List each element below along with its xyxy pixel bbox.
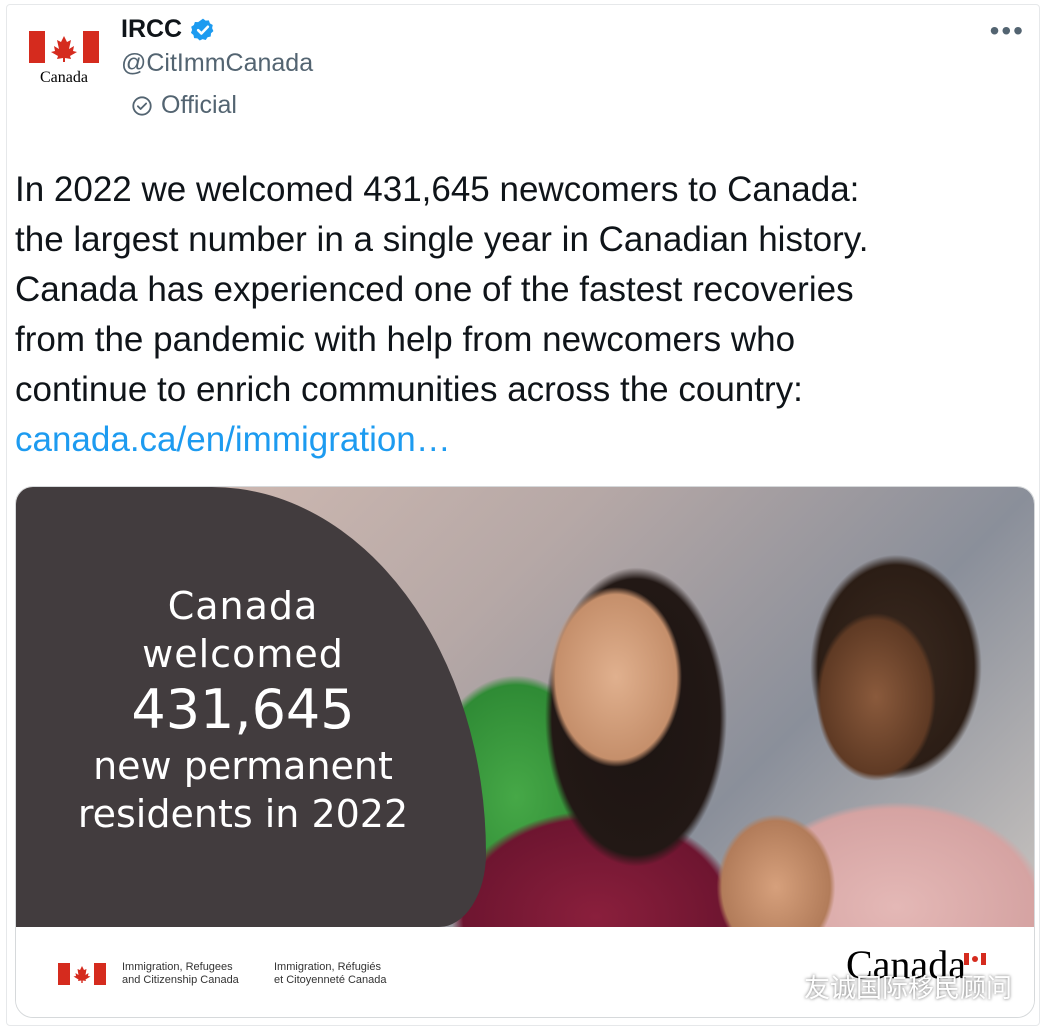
tweet-line: Canada has experienced one of the fastes…: [15, 270, 854, 309]
avatar[interactable]: Canada: [25, 25, 103, 95]
more-icon[interactable]: •••: [990, 15, 1025, 47]
handle[interactable]: @CitImmCanada: [121, 49, 313, 78]
wordmark-flag-icon: [964, 953, 986, 965]
tweet-line: from the pandemic with help from newcome…: [15, 320, 796, 359]
watermark-text: 友诚国际移民顾问: [804, 973, 1013, 1003]
media-line-5: residents in 2022: [77, 792, 409, 836]
department-en-line: and Citizenship Canada: [122, 974, 239, 986]
department-en-line: Immigration, Refugees: [122, 961, 233, 973]
avatar-wordmark: Canada: [40, 69, 88, 86]
department-name-en: Immigration, Refugees and Citizenship Ca…: [122, 961, 239, 987]
official-text: Official: [161, 91, 237, 119]
author-name-row[interactable]: IRCC: [121, 15, 216, 44]
media-line-4: new permanent: [93, 744, 393, 788]
department-fr-line: et Citoyenneté Canada: [274, 974, 387, 986]
tweet-line: continue to enrich communities across th…: [15, 370, 803, 409]
official-badge-icon: [132, 95, 152, 116]
tweet-line: the largest number in a single year in C…: [15, 220, 869, 259]
tweet-line: In 2022 we welcomed 431,645 newcomers to…: [15, 170, 860, 209]
official-label: Official: [131, 91, 237, 120]
canada-flag-icon: [58, 963, 106, 985]
display-name[interactable]: IRCC: [121, 15, 182, 44]
media-line-2: welcomed: [142, 632, 344, 676]
wechat-icon: [759, 972, 795, 999]
media-headline: Canada welcomed 431,645 new permanent re…: [16, 582, 470, 838]
verified-badge-icon: [191, 18, 214, 41]
department-fr-line: Immigration, Réfugiés: [274, 961, 381, 973]
media-number: 431,645: [131, 678, 355, 741]
department-name-fr: Immigration, Réfugiés et Citoyenneté Can…: [274, 961, 387, 987]
media-card[interactable]: Canada welcomed 431,645 new permanent re…: [15, 486, 1035, 1018]
media-line-1: Canada: [167, 584, 319, 628]
tweet-card: Canada IRCC @CitImmCanada Official ••• I…: [6, 4, 1040, 1026]
wechat-watermark: 友诚国际移民顾问: [758, 968, 1012, 1005]
tweet-link[interactable]: canada.ca/en/immigration…: [15, 415, 1025, 465]
tweet-text: In 2022 we welcomed 431,645 newcomers to…: [15, 165, 1025, 465]
